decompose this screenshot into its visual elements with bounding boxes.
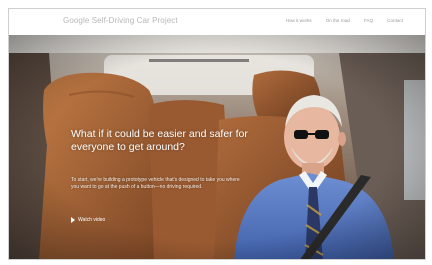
play-icon xyxy=(71,217,75,223)
nav-item-faq[interactable]: FAQ xyxy=(364,18,373,23)
nav-item-how-it-works[interactable]: How it works xyxy=(286,18,312,23)
site-header: Google Self-Driving Car Project How it w… xyxy=(9,9,425,36)
hero-section: What if it could be easier and safer for… xyxy=(9,35,425,259)
browser-page: Google Self-Driving Car Project How it w… xyxy=(8,8,426,260)
watch-video-label: Watch video xyxy=(78,217,106,223)
nav-item-on-the-road[interactable]: On the road xyxy=(326,18,350,23)
watch-video-link[interactable]: Watch video xyxy=(71,217,105,223)
top-navigation: How it works On the road FAQ Contact xyxy=(286,18,403,23)
hero-headline: What if it could be easier and safer for… xyxy=(71,128,248,153)
nav-item-contact[interactable]: Contact xyxy=(387,18,403,23)
hero-description: To start, we're building a prototype veh… xyxy=(71,177,240,190)
site-logo-text[interactable]: Google Self-Driving Car Project xyxy=(63,16,178,25)
